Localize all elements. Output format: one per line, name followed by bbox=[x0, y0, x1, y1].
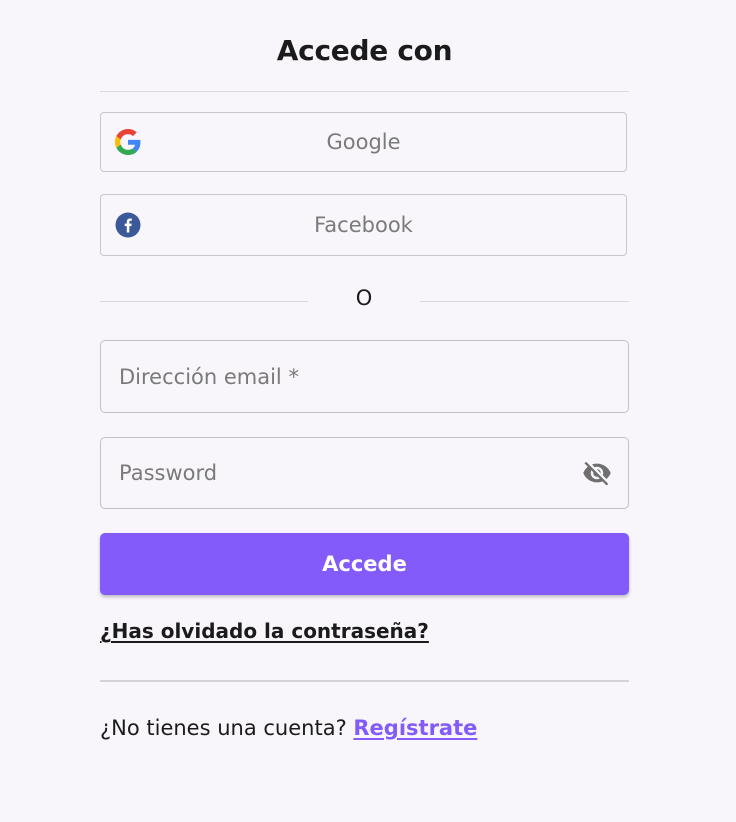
eye-off-icon[interactable] bbox=[582, 458, 612, 488]
email-field[interactable] bbox=[100, 340, 629, 413]
password-input[interactable] bbox=[117, 438, 568, 508]
register-link[interactable]: Regístrate bbox=[353, 716, 477, 740]
facebook-login-button[interactable]: Facebook bbox=[100, 194, 627, 256]
no-account-text: ¿No tienes una cuenta? bbox=[100, 716, 354, 740]
password-field[interactable] bbox=[100, 437, 629, 509]
or-divider-label: O bbox=[355, 286, 373, 310]
facebook-button-label: Facebook bbox=[314, 213, 413, 237]
footer-divider bbox=[100, 680, 629, 682]
google-button-label: Google bbox=[326, 130, 401, 154]
or-divider-left bbox=[100, 301, 308, 302]
forgot-password-link[interactable]: ¿Has olvidado la contraseña? bbox=[100, 619, 429, 643]
submit-login-button[interactable]: Accede bbox=[100, 533, 629, 595]
page-title: Accede con bbox=[276, 34, 453, 67]
login-card: Accede con Google Facebook O Dirección e… bbox=[0, 0, 736, 822]
email-input[interactable] bbox=[117, 341, 568, 412]
signup-prompt: ¿No tienes una cuenta? Regístrate bbox=[100, 716, 477, 740]
title-divider bbox=[100, 91, 629, 92]
google-login-button[interactable]: Google bbox=[100, 112, 627, 172]
or-divider-right bbox=[420, 301, 629, 302]
